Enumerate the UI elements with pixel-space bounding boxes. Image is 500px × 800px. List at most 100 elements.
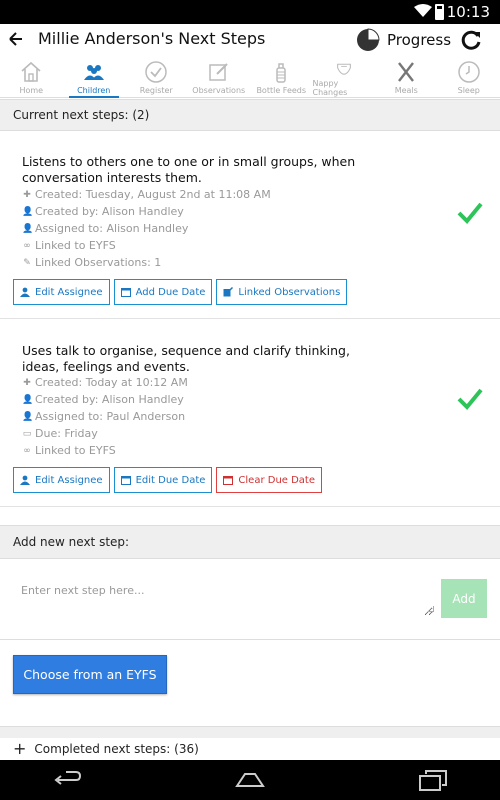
complete-check-icon[interactable]	[456, 201, 484, 225]
back-arrow-icon[interactable]	[6, 27, 26, 51]
expand-plus-icon: +	[13, 739, 27, 758]
register-check-icon	[145, 61, 167, 83]
add-due-date-label: Add Due Date	[135, 286, 206, 298]
clear-due-date-label: Clear Due Date	[238, 474, 316, 486]
tab-children[interactable]: Children	[63, 56, 126, 98]
edit-icon: ✎	[23, 257, 31, 268]
pie-chart-icon	[357, 28, 380, 51]
back-icon[interactable]	[52, 768, 82, 792]
tab-label: Meals	[394, 86, 418, 95]
link-icon: ∞	[23, 445, 31, 456]
next-step-card: Uses talk to organise, sequence and clar…	[0, 319, 500, 507]
sleep-clock-icon	[458, 61, 480, 83]
step-linked-text: Linked to EYFS	[35, 444, 116, 457]
choose-eyfs-button[interactable]: Choose from an EYFS	[13, 655, 167, 694]
progress-label: Progress	[387, 31, 452, 49]
user-icon: 👤	[22, 411, 34, 422]
home-nav-icon[interactable]	[235, 768, 265, 792]
step-linked: ∞ Linked to EYFS	[22, 444, 116, 457]
current-steps-header: Current next steps: (2)	[0, 99, 500, 131]
bottle-icon	[276, 63, 286, 83]
calendar-icon: ▭	[22, 428, 32, 439]
edit-icon	[223, 287, 234, 297]
progress-button[interactable]: Progress	[355, 26, 451, 54]
step-due-text: Due: Friday	[35, 427, 98, 440]
step-linked: ∞ Linked to EYFS	[22, 239, 116, 252]
linked-observations-label: Linked Observations	[238, 286, 341, 298]
step-assigned-to-text: Assigned to: Paul Anderson	[35, 410, 186, 423]
resize-handle[interactable]	[428, 606, 434, 612]
tab-bar: Home Children Register Observations Bott…	[0, 56, 500, 98]
step-linked-observations: ✎ Linked Observations: 1	[22, 256, 161, 269]
completed-steps-label: Completed next steps: (36)	[34, 742, 199, 756]
calendar-icon	[120, 288, 131, 297]
edit-assignee-button[interactable]: Edit Assignee	[13, 279, 110, 305]
add-button[interactable]: Add	[441, 579, 487, 618]
observations-edit-icon	[209, 63, 228, 81]
tab-nappy-changes[interactable]: Nappy Changes	[313, 56, 376, 97]
page-title: Millie Anderson's Next Steps	[38, 29, 266, 48]
tab-home[interactable]: Home	[0, 56, 63, 97]
complete-check-icon[interactable]	[456, 387, 484, 411]
tab-sleep[interactable]: Sleep	[438, 56, 500, 97]
plus-icon: ✚	[23, 377, 31, 388]
step-created-by-text: Created by: Alison Handley	[35, 205, 184, 218]
battery-icon	[435, 4, 444, 20]
system-nav-bar	[0, 760, 500, 800]
refresh-icon[interactable]	[458, 27, 484, 53]
step-linked-text: Linked to EYFS	[35, 239, 116, 252]
tab-label: Home	[19, 86, 44, 95]
wifi-icon	[414, 4, 432, 17]
step-created: ✚ Created: Tuesday, August 2nd at 11:08 A…	[22, 188, 270, 201]
tab-label: Children	[77, 86, 111, 95]
step-assigned-to-text: Assigned to: Alison Handley	[35, 222, 189, 235]
plus-icon: ✚	[23, 189, 31, 200]
next-step-input[interactable]	[15, 578, 433, 616]
tab-bottle-feeds[interactable]: Bottle Feeds	[250, 56, 313, 97]
edit-due-date-label: Edit Due Date	[135, 474, 206, 486]
user-icon	[20, 287, 30, 297]
step-linked-observations-text: Linked Observations: 1	[35, 256, 162, 269]
add-step-input-area	[0, 560, 500, 640]
user-icon: 👤	[22, 223, 34, 234]
tab-label: Nappy Changes	[312, 79, 348, 97]
tab-meals[interactable]: Meals	[375, 56, 438, 97]
clear-due-date-button[interactable]: Clear Due Date	[216, 467, 323, 493]
step-assigned-to: 👤 Assigned to: Alison Handley	[22, 222, 188, 235]
status-bar: 10:13	[0, 0, 500, 24]
edit-assignee-button[interactable]: Edit Assignee	[13, 467, 110, 493]
tab-label: Observations	[192, 86, 246, 95]
linked-observations-button[interactable]: Linked Observations	[216, 279, 348, 305]
step-created-by-text: Created by: Alison Handley	[35, 393, 184, 406]
step-button-row: Edit Assignee Edit Due Date Clear Due Da…	[13, 467, 323, 493]
step-created: ✚ Created: Today at 10:12 AM	[22, 376, 188, 389]
user-add-icon: 👤	[22, 206, 34, 217]
tab-label: Sleep	[457, 86, 480, 95]
children-icon	[83, 65, 104, 80]
step-created-text: Created: Today at 10:12 AM	[35, 376, 188, 389]
meals-icon	[398, 62, 415, 82]
link-icon: ∞	[23, 240, 31, 251]
current-steps-label: Current next steps: (2)	[13, 108, 150, 122]
user-add-icon: 👤	[22, 394, 34, 405]
step-description: Listens to others one to one or in small…	[22, 154, 356, 185]
step-description: Uses talk to organise, sequence and clar…	[22, 343, 350, 374]
calendar-icon	[223, 476, 234, 485]
step-created-by: 👤 Created by: Alison Handley	[22, 393, 184, 406]
next-step-card: Listens to others one to one or in small…	[0, 131, 500, 319]
completed-steps-toggle[interactable]: + Completed next steps: (36)	[0, 738, 500, 760]
divider	[0, 726, 500, 738]
recent-apps-icon[interactable]	[418, 768, 448, 792]
add-due-date-button[interactable]: Add Due Date	[113, 279, 213, 305]
tab-observations[interactable]: Observations	[188, 56, 251, 97]
edit-due-date-button[interactable]: Edit Due Date	[113, 467, 213, 493]
tab-register[interactable]: Register	[125, 56, 188, 97]
edit-assignee-label: Edit Assignee	[35, 286, 103, 298]
add-step-header: Add new next step:	[0, 525, 500, 559]
calendar-icon	[120, 476, 131, 485]
step-button-row: Edit Assignee Add Due Date Linked Observ…	[13, 279, 348, 305]
app-bar: Millie Anderson's Next Steps Progress	[0, 24, 500, 56]
step-created-by: 👤 Created by: Alison Handley	[22, 205, 184, 218]
home-icon	[21, 61, 41, 82]
tab-label: Register	[139, 86, 173, 95]
